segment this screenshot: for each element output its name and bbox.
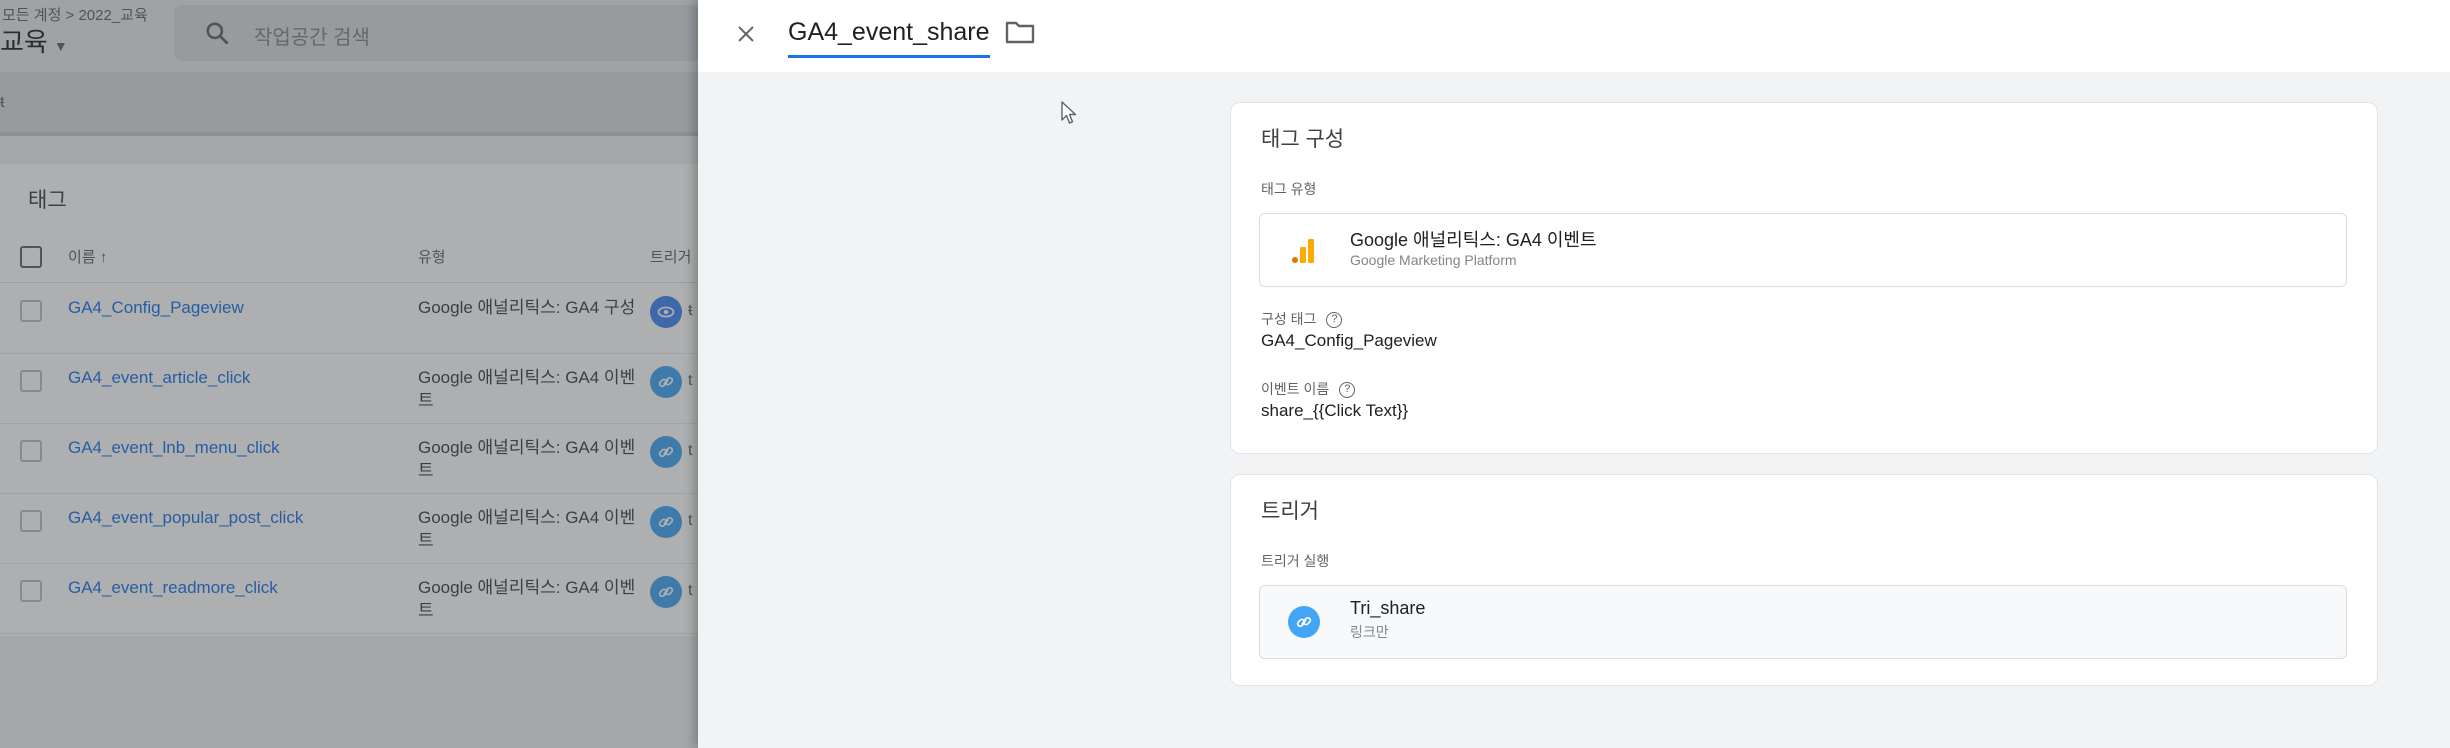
modal-backdrop[interactable]: [0, 0, 700, 748]
tag-editor-panel: 태그 구성 태그 유형 Google 애널리틱스: GA4 이벤트 Google…: [698, 0, 2450, 748]
close-icon: [738, 26, 754, 42]
tag-type-label: 태그 유형: [1261, 181, 1317, 197]
folder-icon[interactable]: [1004, 18, 1036, 46]
trigger-name: Tri_share: [1350, 598, 1426, 618]
event-name-label-text: 이벤트 이름: [1261, 381, 1330, 397]
event-name-value: share_{{Click Text}}: [1261, 401, 1409, 420]
trigger-type: 링크만: [1350, 624, 1389, 640]
config-tag-label-text: 구성 태그: [1261, 311, 1317, 327]
triggering-title: 트리거: [1261, 500, 1319, 523]
google-analytics-icon: [1292, 239, 1314, 263]
help-icon[interactable]: ?: [1339, 382, 1356, 399]
tag-name-field: [788, 14, 990, 58]
panel-header: [698, 0, 2450, 72]
mouse-cursor-icon: [1061, 101, 1077, 124]
tag-type-selector[interactable]: Google 애널리틱스: GA4 이벤트 Google Marketing P…: [1259, 213, 2347, 287]
config-tag-label: 구성 태그?: [1261, 309, 1343, 329]
tag-name-input[interactable]: [788, 14, 990, 50]
firing-trigger-item[interactable]: Tri_share 링크만: [1259, 585, 2347, 659]
link-icon: [1288, 606, 1320, 638]
tag-configuration-card[interactable]: 태그 구성 태그 유형 Google 애널리틱스: GA4 이벤트 Google…: [1230, 102, 2378, 454]
tag-configuration-title: 태그 구성: [1261, 128, 1345, 151]
triggering-card[interactable]: 트리거 트리거 실행 Tri_share 링크만: [1230, 474, 2378, 686]
firing-triggers-label: 트리거 실행: [1261, 553, 1330, 569]
tag-type-vendor: Google Marketing Platform: [1350, 252, 1517, 268]
close-button[interactable]: [728, 16, 764, 52]
event-name-label: 이벤트 이름?: [1261, 379, 1356, 399]
config-tag-value: GA4_Config_Pageview: [1261, 331, 1437, 350]
help-icon[interactable]: ?: [1326, 312, 1343, 329]
tag-type-name: Google 애널리틱스: GA4 이벤트: [1350, 230, 1597, 250]
